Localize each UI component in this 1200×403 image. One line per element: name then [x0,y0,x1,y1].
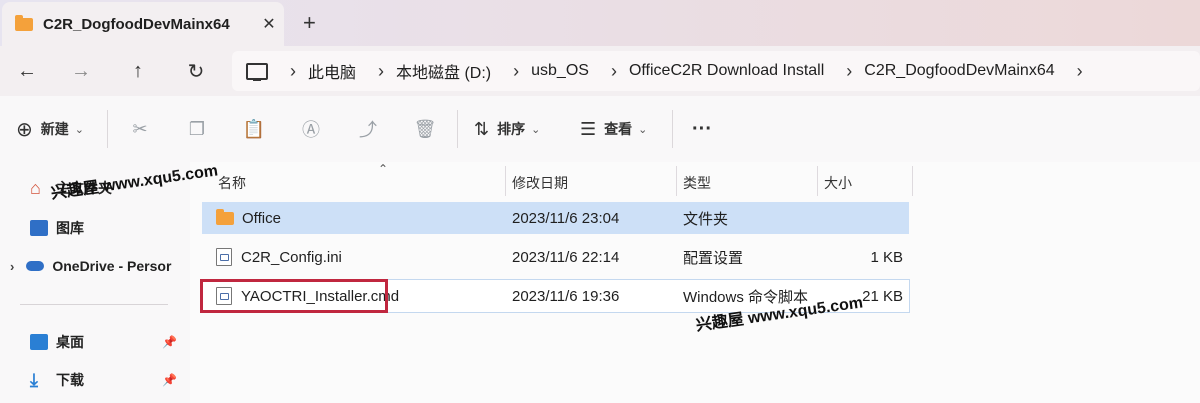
column-label: 名称 [218,175,246,191]
chevron-down-icon: ⌄ [638,123,648,136]
sidebar-item-downloads[interactable]: ⤓ 下载 📌 [30,370,177,390]
forward-button[interactable]: → [66,56,96,86]
view-button[interactable]: ☰ 查看 ⌄ [580,96,647,162]
computer-icon [246,62,268,81]
file-type: 配置设置 [683,249,744,267]
file-type: 文件夹 [683,210,729,228]
command-bar: ⊕ 新建 ⌄ ✂ ❐ 📋 Ⓐ ⤴ 🗑 ⇅ 排序 ⌄ ☰ 查看 ⌄ ··· [0,96,1200,163]
address-bar[interactable]: › 此电脑 › 本地磁盘 (D:) › usb_OS › OfficeC2R D… [232,51,1200,91]
refresh-button[interactable]: ↻ [181,56,211,86]
column-header-name[interactable]: ⌃ 名称 [218,162,388,198]
column-divider[interactable] [817,166,818,196]
desktop-icon [30,334,48,350]
sort-label: 排序 [497,121,526,137]
new-button[interactable]: ⊕ 新建 ⌄ [16,96,84,162]
close-icon[interactable]: ✕ [254,14,284,34]
divider [672,110,673,148]
table-row[interactable]: C2R_Config.ini 2023/11/6 22:14 配置设置 1 KB [202,241,909,273]
tab-title: C2R_DogfoodDevMainx64 [43,15,230,33]
download-icon: ⤓ [30,370,38,390]
more-button[interactable]: ··· [692,96,712,162]
navigation-pane: ⌂ 主文件夹 图库 › OneDrive - Persor 桌面 📌 ⤓ 下载 … [0,162,190,403]
column-divider[interactable] [676,166,677,196]
sort-button[interactable]: ⇅ 排序 ⌄ [474,96,540,162]
column-divider[interactable] [505,166,506,196]
sidebar-item-desktop[interactable]: 桌面 📌 [30,332,177,352]
paste-icon[interactable]: 📋 [241,116,267,142]
chevron-right-icon[interactable]: › [378,61,384,82]
home-icon: ⌂ [30,178,41,198]
sidebar-item-label: OneDrive - Persor [52,258,172,274]
file-size: 1 KB [870,248,903,266]
up-button[interactable]: ↑ [123,56,153,86]
chevron-right-icon[interactable]: › [290,61,296,82]
breadcrumb-item[interactable]: C2R_DogfoodDevMainx64 [864,62,1054,80]
new-tab-button[interactable]: + [303,10,316,36]
rename-icon[interactable]: Ⓐ [298,116,324,142]
delete-icon[interactable]: 🗑 [412,116,438,142]
table-row[interactable]: Office 2023/11/6 23:04 文件夹 [202,202,909,234]
column-header-size[interactable]: 大小 [824,168,852,198]
view-icon: ☰ [580,118,597,139]
chevron-right-icon[interactable]: › [513,61,519,82]
file-date: 2023/11/6 19:36 [512,287,620,305]
breadcrumb-item[interactable]: 此电脑 [308,59,356,83]
pin-icon[interactable]: 📌 [162,373,177,387]
divider [457,110,458,148]
back-button[interactable]: ← [12,56,42,86]
breadcrumb-item[interactable]: OfficeC2R Download Install [629,62,824,80]
sort-caret-icon: ⌃ [378,162,389,176]
column-divider[interactable] [912,166,913,196]
new-label: 新建 [40,121,69,137]
more-icon: ··· [692,117,712,140]
tab-active[interactable]: C2R_DogfoodDevMainx64 ✕ [2,2,284,46]
file-date: 2023/11/6 23:04 [512,209,620,227]
sidebar-item-onedrive[interactable]: › OneDrive - Persor [10,258,171,274]
divider [20,304,168,305]
navigation-bar: ← → ↑ ↻ › 此电脑 › 本地磁盘 (D:) › usb_OS › Off… [0,46,1200,96]
view-label: 查看 [604,121,633,137]
file-name-cell: C2R_Config.ini [216,248,342,266]
sidebar-item-label: 桌面 [56,334,84,350]
gallery-icon [30,220,48,236]
file-size: 21 KB [862,287,903,305]
folder-icon [216,208,234,225]
pin-icon[interactable]: 📌 [162,335,177,349]
column-header-type[interactable]: 类型 [683,168,711,198]
chevron-right-icon[interactable]: › [611,61,617,82]
sidebar-item-gallery[interactable]: 图库 [30,218,84,238]
file-name: C2R_Config.ini [241,248,342,266]
breadcrumb-item[interactable]: 本地磁盘 (D:) [396,59,491,83]
cut-icon[interactable]: ✂ [127,116,153,142]
chevron-right-icon[interactable]: › [10,259,14,274]
breadcrumb-item[interactable]: usb_OS [531,62,589,80]
file-date: 2023/11/6 22:14 [512,248,620,266]
chevron-down-icon: ⌄ [531,123,541,136]
cloud-icon [26,261,45,271]
file-name-cell: Office [216,208,281,227]
chevron-right-icon[interactable]: › [846,61,852,82]
title-bar: C2R_DogfoodDevMainx64 ✕ + [0,0,1200,46]
annotation-highlight-box [200,279,388,313]
column-header-date[interactable]: 修改日期 [512,168,568,198]
sidebar-item-label: 下载 [56,372,84,388]
plus-circle-icon: ⊕ [16,118,33,141]
sort-icon: ⇅ [474,118,490,139]
copy-icon[interactable]: ❐ [184,116,210,142]
folder-icon [15,14,33,31]
config-file-icon [216,248,232,266]
sidebar-item-label: 图库 [56,220,84,236]
file-name: Office [242,209,281,227]
share-icon[interactable]: ⤴ [355,116,381,142]
divider [107,110,108,148]
chevron-right-icon[interactable]: › [1077,61,1083,82]
chevron-down-icon: ⌄ [74,123,84,136]
